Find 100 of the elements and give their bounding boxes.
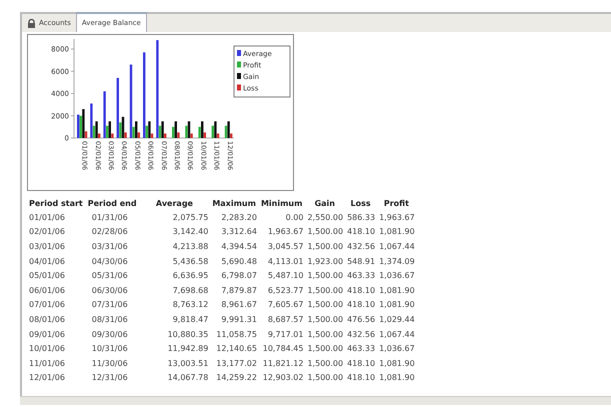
table-cell-text: 1,500.00 xyxy=(306,270,344,282)
table-cell-text: 3,312.64 xyxy=(220,226,258,238)
column-header: Gain xyxy=(314,199,336,210)
table-cell-text: 01/01/06 xyxy=(28,212,66,224)
table-cell-text: 463.33 xyxy=(346,270,376,282)
table-cell-text: 09/01/06 xyxy=(28,328,66,341)
table-cell-text: 06/01/06 xyxy=(28,284,66,297)
table-cell-text: 9,818.47 xyxy=(172,314,210,326)
table-cell-text: 1,500.00 xyxy=(306,284,344,297)
table-cell-text: 7,605.67 xyxy=(266,299,304,312)
table-cell-text: 1,081.90 xyxy=(378,299,416,312)
table-cell-text: 09/30/06 xyxy=(90,328,129,341)
table-cell-text: 2,075.75 xyxy=(172,212,210,224)
table-cell-text: 1,500.00 xyxy=(306,372,344,384)
column-header: Average xyxy=(154,199,194,210)
table-cell-text: 2,550.00 xyxy=(306,212,344,224)
table-cell-text: 1,963.67 xyxy=(266,226,304,238)
table-cell-text: 5,690.48 xyxy=(220,256,258,268)
table-cell-text: 05/01/06 xyxy=(28,270,66,282)
table-cell-text: 1,067.44 xyxy=(378,240,416,253)
table-cell-text: 11,942.89 xyxy=(166,343,210,356)
table-cell-text: 6,798.07 xyxy=(220,270,258,282)
legend-box xyxy=(234,46,290,98)
table-cell-text: 0.00 xyxy=(284,212,304,224)
table-cell-text: 10,784.45 xyxy=(262,343,304,356)
table-cell-text: 1,923.00 xyxy=(306,256,344,268)
lock-icon xyxy=(27,18,36,28)
table-cell-text: 03/31/06 xyxy=(90,240,129,253)
table-cell-text: 432.56 xyxy=(346,240,376,253)
table-cell-text: 4,394.54 xyxy=(220,240,258,253)
table-cell-text: 1,500.00 xyxy=(306,226,344,238)
legend-swatch xyxy=(237,50,241,56)
table-cell-text: 7,698.68 xyxy=(172,284,210,297)
table-cell-text: 1,500.00 xyxy=(306,240,344,253)
table-cell-text: 418.10 xyxy=(346,358,376,370)
table-cell-text: 6,636.95 xyxy=(172,270,210,282)
column-header: Profit xyxy=(382,199,410,210)
table-cell-text: 5,487.10 xyxy=(266,270,304,282)
table-cell-text: 432.56 xyxy=(346,328,376,341)
table-cell-text: 14,067.78 xyxy=(166,372,210,384)
table-cell-text: 418.10 xyxy=(346,226,376,238)
table-cell-text: 01/31/06 xyxy=(90,212,129,224)
legend-swatch xyxy=(237,62,241,68)
table-cell-text: 1,081.90 xyxy=(378,358,416,370)
table-cell-text: 10,880.35 xyxy=(166,328,210,341)
table-cell-text: 10/01/06 xyxy=(28,343,66,356)
table-cell-text: 1,029.44 xyxy=(378,314,416,326)
table-cell-text: 12,140.65 xyxy=(215,343,258,356)
table-cell-text: 02/28/06 xyxy=(90,226,129,238)
table-cell-text: 07/31/06 xyxy=(90,299,129,312)
table-cell-text: 13,003.51 xyxy=(166,358,210,370)
column-header: Period end xyxy=(86,199,138,210)
table-cell-text: 11/01/06 xyxy=(28,358,66,370)
horizontal-scrollbar[interactable] xyxy=(20,396,611,405)
table-cell-text: 07/01/06 xyxy=(28,299,66,312)
table-cell-text: 3,045.57 xyxy=(266,240,304,253)
table-cell-text: 1,963.67 xyxy=(378,212,416,224)
table-cell-text: 9,991.31 xyxy=(220,314,258,326)
table-cell-text: 1,500.00 xyxy=(306,299,344,312)
table-cell-text: 586.33 xyxy=(346,212,376,224)
table-cell-text: 463.33 xyxy=(346,343,376,356)
table-cell-text: 548.91 xyxy=(346,256,376,268)
table-cell-text: 03/01/06 xyxy=(28,240,66,253)
table-cell-text: 3,142.40 xyxy=(172,226,210,238)
table-cell-text: 8,763.12 xyxy=(172,299,210,312)
table-cell-text: 04/30/06 xyxy=(90,256,129,268)
column-header: Minimum xyxy=(260,199,304,210)
table-cell-text: 1,081.90 xyxy=(378,226,416,238)
table-cell-text: 1,500.00 xyxy=(306,314,344,326)
column-header: Maximum xyxy=(211,199,257,210)
table-cell-text: 4,213.88 xyxy=(172,240,210,253)
table-cell-text: 11/30/06 xyxy=(90,358,129,370)
table-cell-text: 02/01/06 xyxy=(28,226,66,238)
table-cell-text: 1,036.67 xyxy=(378,270,416,282)
table-cell-text: 05/31/06 xyxy=(90,270,129,282)
table-cell-text: 04/01/06 xyxy=(28,256,66,268)
legend-swatch xyxy=(237,73,241,79)
table-cell-text: 8,961.67 xyxy=(220,299,258,312)
table-cell-text: 1,500.00 xyxy=(306,328,344,341)
table-cell-text: 1,081.90 xyxy=(378,284,416,297)
table-cell-text: 06/30/06 xyxy=(90,284,129,297)
table-cell-text: 13,177.02 xyxy=(215,358,258,370)
column-header: Loss xyxy=(350,199,372,210)
table-cell-text: 11,058.75 xyxy=(215,328,258,341)
table-cell-text: 8,687.57 xyxy=(266,314,304,326)
table-cell-text: 4,113.01 xyxy=(266,256,304,268)
table-cell-text: 1,374.09 xyxy=(378,256,416,268)
table-cell-text: 1,036.67 xyxy=(378,343,416,356)
table-cell-text: 418.10 xyxy=(346,372,376,384)
table-cell-text: 5,436.58 xyxy=(172,256,210,268)
table-cell-text: 12/01/06 xyxy=(28,372,66,384)
table-cell-text: 2,283.20 xyxy=(220,212,258,224)
table-cell-text: 08/31/06 xyxy=(90,314,129,326)
legend-swatch xyxy=(237,84,241,90)
table-cell-text: 14,259.22 xyxy=(215,372,258,384)
table-cell-text: 418.10 xyxy=(346,284,376,297)
table-cell-text: 9,717.01 xyxy=(266,328,304,341)
table-cell-text: 1,067.44 xyxy=(378,328,416,341)
table-cell-text: 1,500.00 xyxy=(306,343,344,356)
table-cell-text: 7,879.87 xyxy=(220,284,258,297)
